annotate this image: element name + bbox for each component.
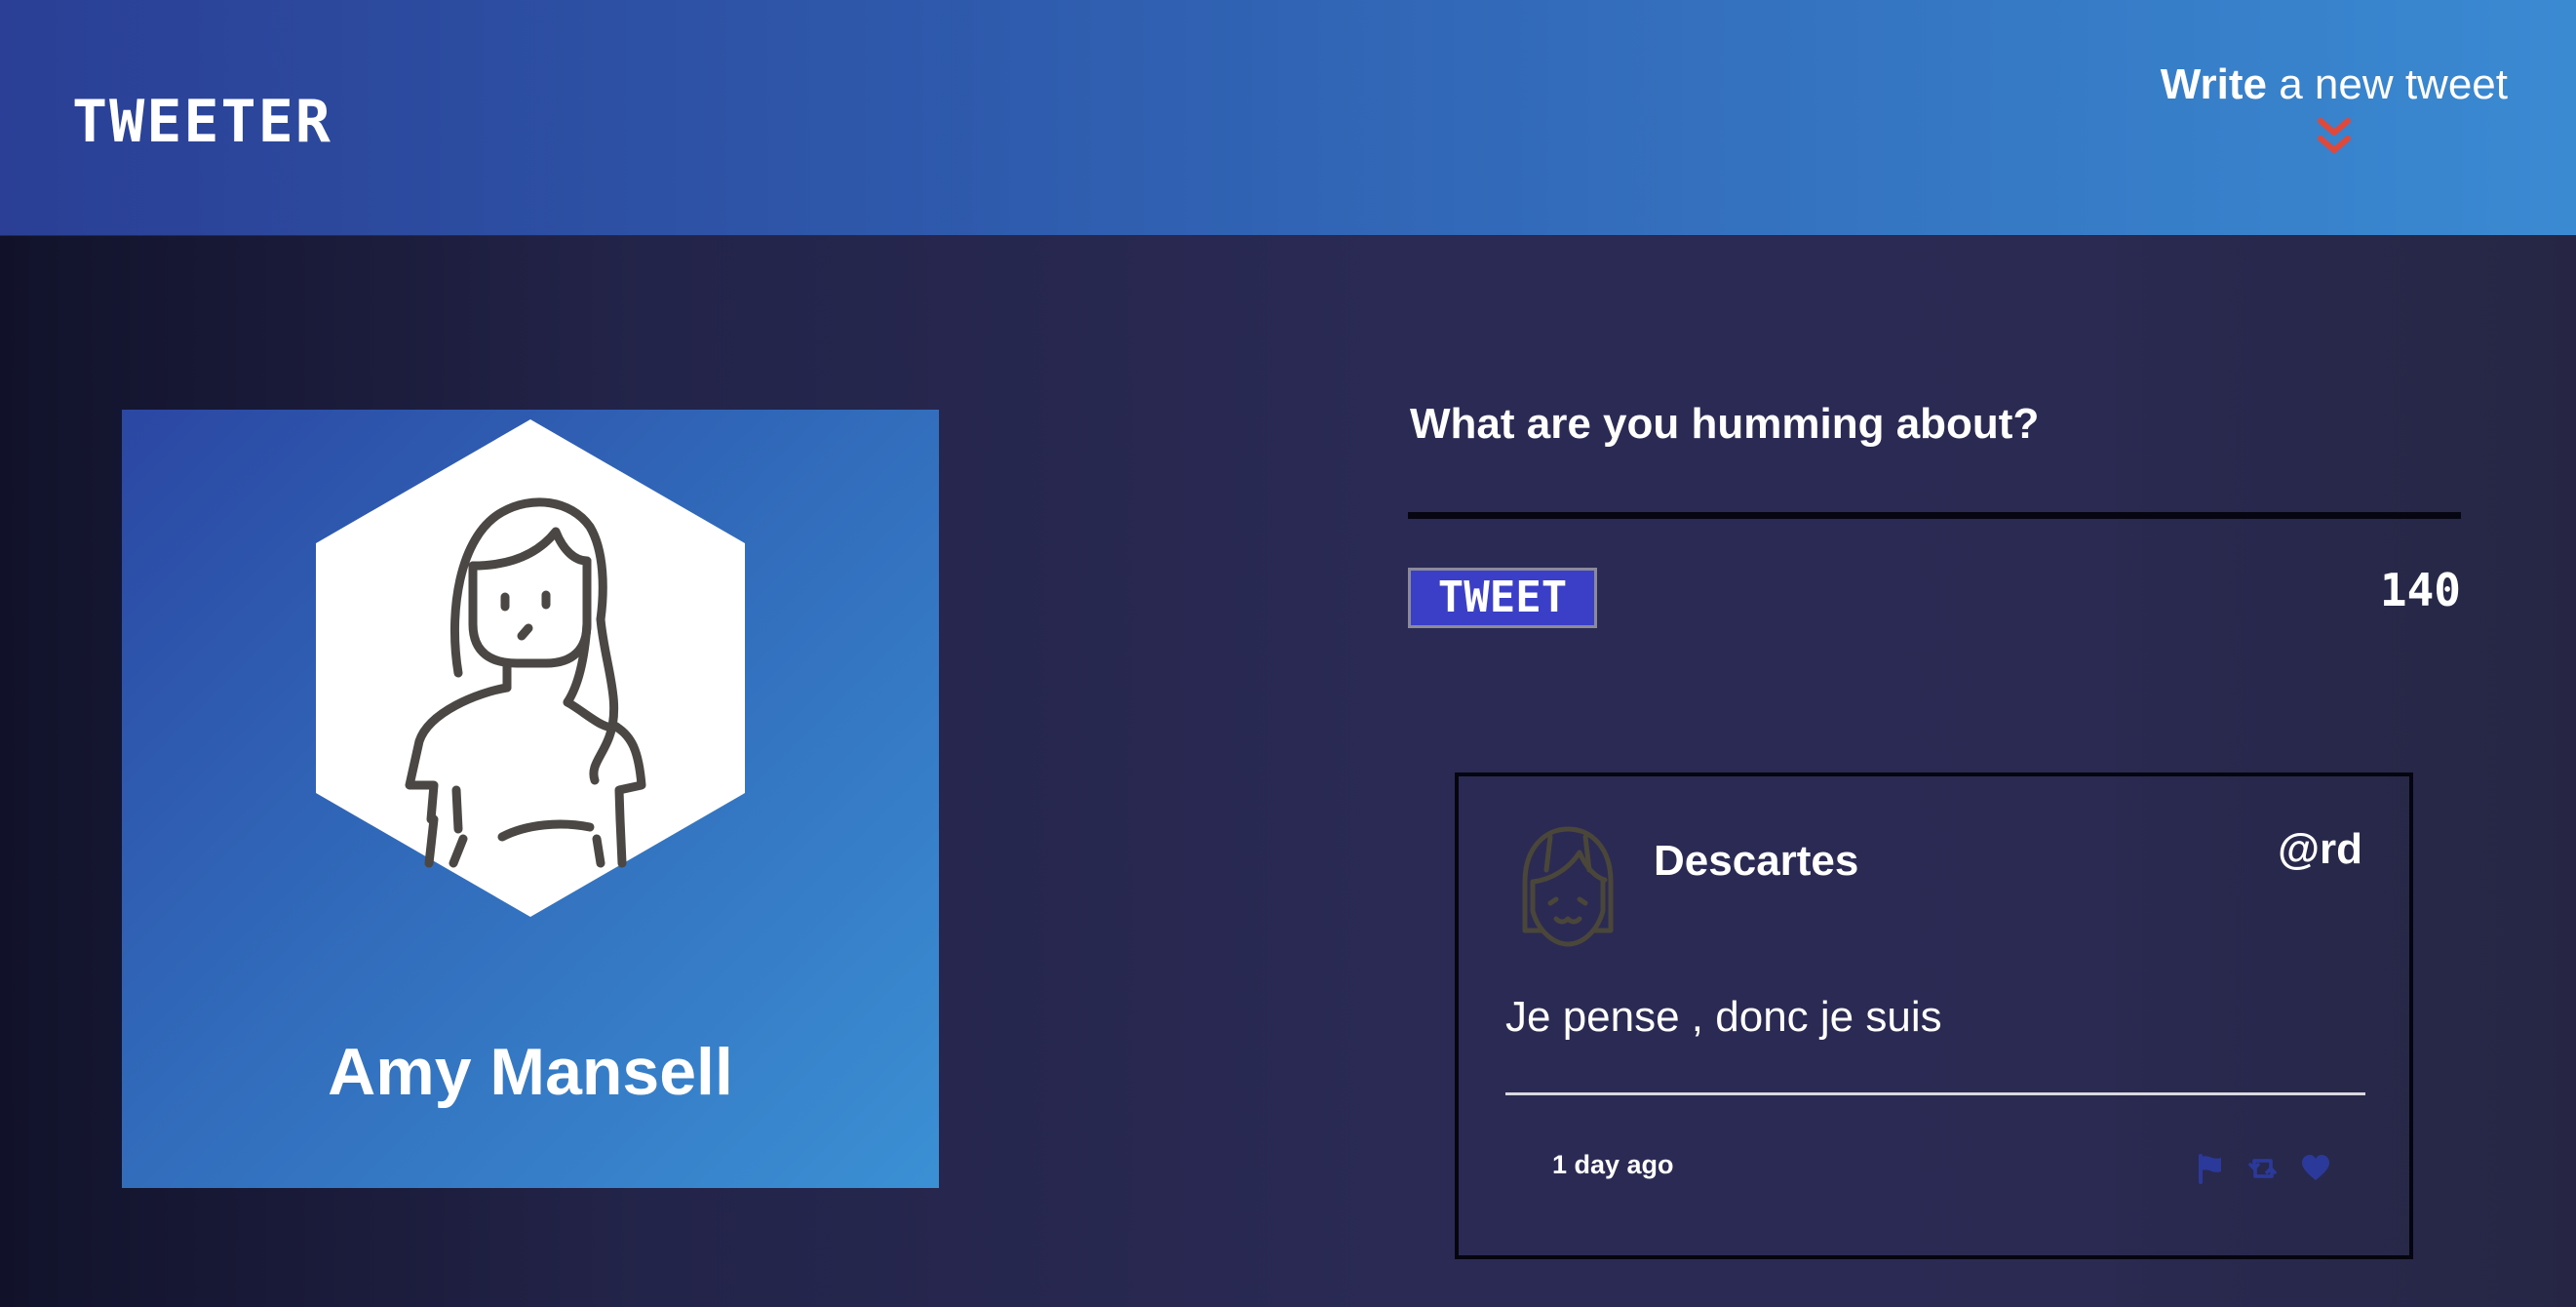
profile-name: Amy Mansell (328, 1035, 733, 1109)
woman-avatar-icon (316, 419, 745, 917)
double-chevron-down-icon[interactable] (2315, 115, 2354, 158)
app-logo[interactable]: TWEETER (72, 88, 332, 156)
top-nav: TWEETER Write a new tweet (0, 0, 2576, 236)
tweet-content: Je pense , donc je suis (1505, 993, 1942, 1041)
tweet-author-name[interactable]: Descartes (1654, 837, 1858, 886)
heart-icon[interactable] (2300, 1153, 2331, 1184)
tweet-author-handle[interactable]: @rd (2278, 825, 2362, 874)
tweet-input[interactable] (1410, 400, 2463, 449)
write-new-tweet-label[interactable]: Write a new tweet (2161, 60, 2508, 109)
write-new-tweet-bold: Write (2160, 60, 2267, 108)
tweet-divider (1505, 1092, 2365, 1095)
character-counter: 140 (2379, 564, 2461, 616)
write-new-tweet-toggle[interactable]: Write a new tweet (2161, 60, 2508, 162)
tweet-input-underline (1408, 512, 2461, 519)
profile-card: Amy Mansell (122, 410, 939, 1188)
write-new-tweet-rest: a new tweet (2266, 60, 2508, 108)
tweet-actions (2195, 1153, 2331, 1184)
retweet-icon[interactable] (2247, 1153, 2279, 1184)
tweet-card: Descartes @rd Je pense , donc je suis 1 … (1455, 772, 2413, 1259)
girl-avatar-icon (1522, 826, 1614, 947)
tweet-timestamp: 1 day ago (1552, 1150, 1674, 1179)
tweet-submit-button[interactable]: TWEET (1408, 568, 1597, 628)
flag-icon[interactable] (2195, 1153, 2226, 1184)
